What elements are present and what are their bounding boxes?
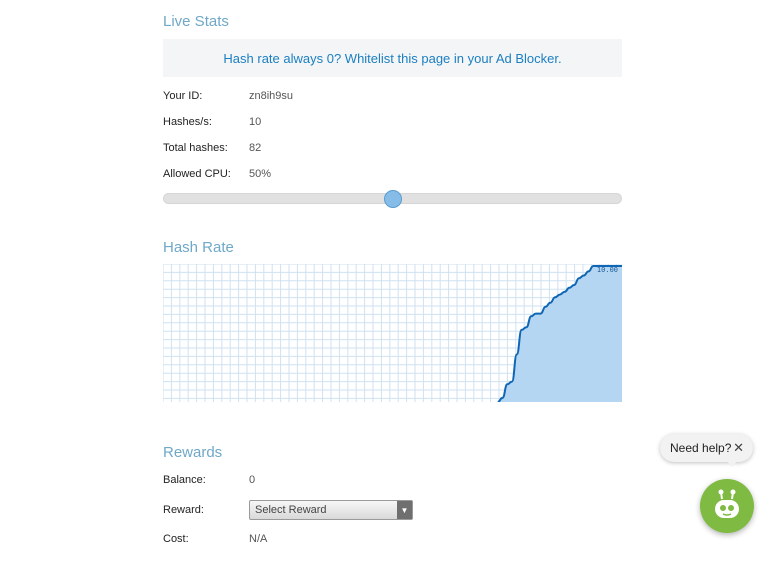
- balance-row: Balance: 0: [163, 472, 255, 488]
- robot-icon: [715, 489, 739, 518]
- dropdown-arrow-icon[interactable]: ▼: [397, 501, 412, 519]
- stat-row-id: Your ID: zn8ih9su: [163, 88, 293, 104]
- need-help-bubble[interactable]: Need help? ✕: [660, 434, 753, 462]
- bubble-tail: [726, 460, 738, 467]
- reward-label: Reward:: [163, 504, 204, 516]
- reward-row: Reward:: [163, 502, 249, 518]
- stat-row-total-hashes: Total hashes: 82: [163, 140, 261, 156]
- reward-select-value: Select Reward: [255, 504, 327, 516]
- hash-rate-chart-svg: 10.00: [163, 264, 622, 402]
- adblock-notice-text[interactable]: Hash rate always 0? Whitelist this page …: [223, 51, 561, 66]
- stat-value: 10: [249, 116, 262, 128]
- reward-select[interactable]: Select Reward ▼: [249, 500, 413, 520]
- stat-value: 50%: [249, 168, 272, 180]
- rewards-title: Rewards: [163, 444, 223, 461]
- adblock-notice[interactable]: Hash rate always 0? Whitelist this page …: [163, 39, 622, 77]
- stat-value: zn8ih9su: [249, 90, 294, 102]
- stat-row-hashes-per-second: Hashes/s: 10: [163, 114, 261, 130]
- chat-bot-button[interactable]: [700, 479, 754, 533]
- cost-value: N/A: [249, 533, 268, 545]
- hash-rate-title: Hash Rate: [163, 239, 234, 256]
- cpu-slider-thumb[interactable]: [383, 190, 402, 208]
- close-icon[interactable]: ✕: [733, 440, 744, 456]
- cost-label: Cost:: [163, 533, 189, 545]
- hash-rate-chart: 10.00: [163, 264, 622, 402]
- balance-value: 0: [249, 474, 256, 486]
- cost-row: Cost: N/A: [163, 531, 267, 547]
- stat-value: 82: [249, 142, 262, 154]
- stat-label: Allowed CPU:: [163, 168, 231, 180]
- stat-label: Hashes/s:: [163, 116, 212, 128]
- stat-row-allowed-cpu: Allowed CPU: 50%: [163, 166, 271, 182]
- stat-label: Your ID:: [163, 90, 203, 102]
- chart-area: [497, 266, 622, 402]
- stat-label: Total hashes:: [163, 142, 228, 154]
- need-help-text[interactable]: Need help?: [670, 441, 731, 455]
- chart-max-label: 10.00: [597, 266, 618, 274]
- balance-label: Balance:: [163, 474, 206, 486]
- live-stats-title: Live Stats: [163, 13, 229, 30]
